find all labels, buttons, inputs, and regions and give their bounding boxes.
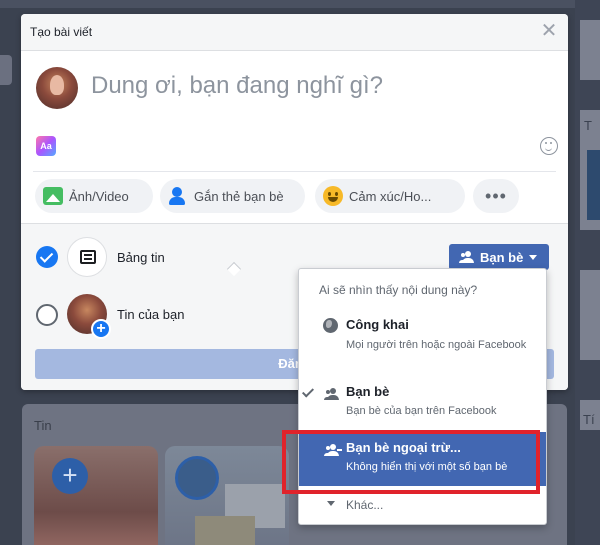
friends-icon — [459, 251, 475, 263]
smiley-icon — [323, 186, 343, 206]
add-story-icon[interactable]: + — [52, 458, 88, 494]
option-description: Bạn bè của bạn trên Facebook — [346, 405, 497, 417]
highlight-annotation-box — [282, 430, 540, 494]
option-title: Bạn bè — [346, 384, 390, 399]
more-dots-icon: ••• — [485, 186, 507, 206]
friends-icon — [324, 388, 340, 400]
feeling-activity-button[interactable]: Cảm xúc/Ho... — [315, 179, 465, 213]
background-right-label: Tí — [583, 412, 595, 427]
add-icon: + — [91, 319, 111, 339]
caret-down-icon — [327, 501, 335, 506]
audience-label: Bạn bè — [480, 249, 524, 265]
background-right-card — [580, 270, 600, 360]
photo-icon — [43, 187, 63, 205]
audience-option-friends[interactable]: Bạn bè Bạn bè của bạn trên Facebook — [299, 379, 546, 423]
tag-friends-label: Gắn thẻ bạn bè — [194, 188, 284, 204]
globe-icon — [323, 318, 338, 333]
divider — [33, 171, 556, 172]
story-image — [195, 516, 255, 545]
story-avatar — [175, 456, 219, 500]
feed-checkbox[interactable] — [36, 246, 58, 268]
avatar[interactable] — [36, 67, 78, 109]
text-format-icon[interactable]: Aa — [36, 136, 56, 156]
feed-icon-circle — [67, 237, 107, 277]
dropdown-header: Ai sẽ nhìn thấy nội dung này? — [319, 283, 478, 297]
photo-video-label: Ảnh/Video — [69, 188, 129, 204]
photo-video-button[interactable]: Ảnh/Video — [35, 179, 153, 213]
more-options-button[interactable]: ••• — [473, 179, 519, 213]
feeling-activity-label: Cảm xúc/Ho... — [349, 188, 432, 204]
background-left-card — [0, 55, 12, 85]
story-card[interactable] — [165, 446, 289, 545]
story-checkbox[interactable] — [36, 304, 58, 326]
tag-person-icon — [168, 186, 188, 206]
background-right-card — [580, 20, 600, 80]
background-right-label: T — [584, 118, 592, 133]
option-title: Công khai — [346, 317, 409, 332]
caret-down-icon — [529, 254, 538, 260]
emoji-icon[interactable] — [540, 137, 558, 155]
dialog-title: Tạo bài viết — [30, 25, 93, 39]
feed-label: Bảng tin — [117, 250, 165, 265]
audience-selector-button[interactable]: Bạn bè — [449, 244, 549, 270]
option-description: Mọi người trên hoặc ngoài Facebook — [346, 339, 527, 351]
audience-option-more[interactable]: Khác... — [299, 493, 546, 519]
story-label: Tin của bạn — [117, 307, 185, 322]
background-right-image — [587, 150, 600, 220]
check-icon — [301, 385, 315, 398]
close-icon[interactable]: ✕ — [540, 21, 558, 41]
stories-label: Tin — [34, 418, 52, 433]
background-topbar — [0, 0, 600, 8]
dialog-header: Tạo bài viết ✕ — [21, 14, 568, 51]
tag-friends-button[interactable]: Gắn thẻ bạn bè — [160, 179, 305, 213]
composer-input[interactable]: Dung ơi, bạn đang nghĩ gì? — [91, 72, 383, 100]
more-label: Khác... — [346, 498, 384, 512]
audience-option-public[interactable]: Công khai Mọi người trên hoặc ngoài Face… — [299, 311, 546, 373]
story-card-create[interactable]: + — [34, 446, 158, 545]
news-feed-icon — [80, 250, 96, 264]
